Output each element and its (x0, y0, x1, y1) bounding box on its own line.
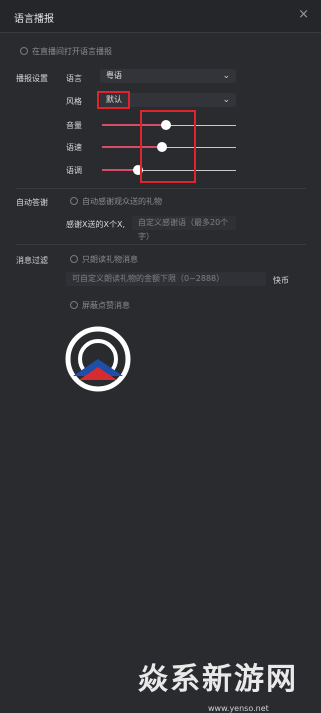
message-filter-title: 消息过滤 (16, 256, 48, 265)
chevron-down-icon: ⌄ (222, 95, 230, 105)
style-label: 风格 (66, 97, 82, 106)
watermark: 焱系新游网 www.yenso.net (0, 320, 321, 713)
divider (16, 244, 306, 245)
gift-amount-unit: 快币 (273, 276, 289, 285)
gift-only-label: 只朗读礼物消息 (82, 255, 138, 264)
watermark-url: www.yenso.net (208, 704, 269, 713)
gift-amount-input[interactable]: 可自定义朗读礼物的金额下限（0~2888） (66, 272, 266, 286)
auto-reply-label: 自动感谢观众送的礼物 (82, 197, 162, 206)
block-likes-radio[interactable] (70, 301, 78, 309)
slider-speed-label: 语速 (66, 143, 82, 152)
gift-only-radio[interactable] (70, 255, 78, 263)
auto-reply-template-placeholder: 自定义感谢语（最多20个字） (138, 218, 229, 241)
language-select-value: 粤语 (106, 71, 122, 80)
dialog-titlebar: 语言播报 × (0, 0, 321, 33)
chevron-down-icon: ⌄ (222, 71, 230, 81)
divider (16, 188, 306, 189)
sliders-highlight-box (140, 110, 196, 183)
block-likes-label: 屏蔽点赞消息 (82, 301, 130, 310)
auto-reply-title: 自动答谢 (16, 198, 48, 207)
auto-reply-template-label: 感谢X送的X个X, (66, 220, 125, 229)
dialog-title: 语言播报 (14, 14, 54, 25)
language-select[interactable]: 粤语 ⌄ (100, 69, 236, 83)
close-icon[interactable]: × (298, 7, 309, 22)
watermark-brand: 焱系新游网 (138, 662, 298, 697)
slider-pitch-label: 语调 (66, 166, 82, 175)
broadcast-settings-title: 播报设置 (16, 74, 48, 83)
gift-amount-placeholder: 可自定义朗读礼物的金额下限（0~2888） (72, 274, 225, 283)
auto-reply-template-input[interactable]: 自定义感谢语（最多20个字） (132, 216, 236, 241)
language-label: 语言 (66, 74, 82, 83)
style-highlight-box (97, 91, 130, 109)
toggle-voice-broadcast-radio[interactable] (20, 47, 28, 55)
toggle-voice-broadcast-label: 在直播间打开语言播报 (32, 47, 112, 56)
auto-reply-radio[interactable] (70, 197, 78, 205)
slider-volume-label: 音量 (66, 121, 82, 130)
watermark-logo-icon (65, 326, 131, 392)
